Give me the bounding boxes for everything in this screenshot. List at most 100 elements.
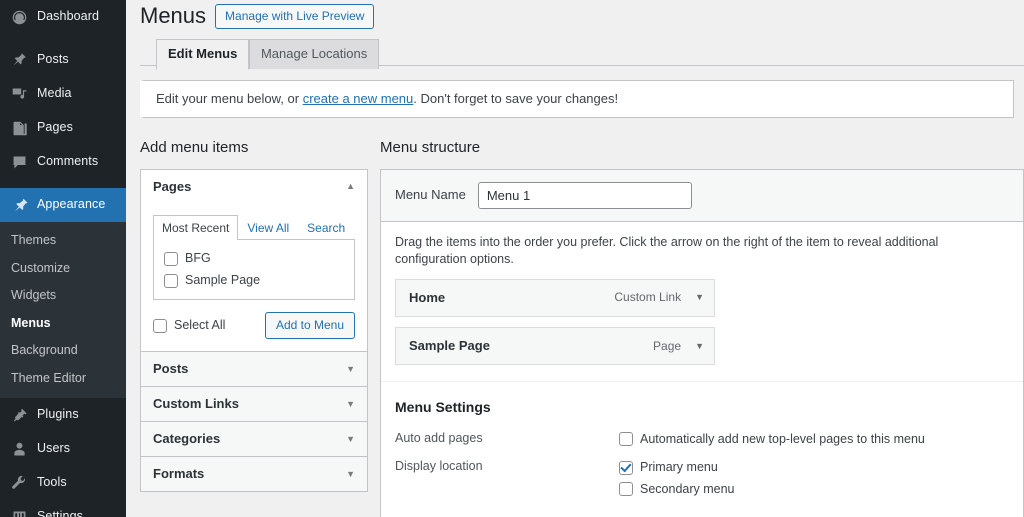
menu-settings-section: Menu Settings Auto add pages Automatical… xyxy=(381,381,1023,517)
auto-add-checkbox-label: Automatically add new top-level pages to… xyxy=(640,431,925,449)
inner-tab-view-all[interactable]: View All xyxy=(238,215,298,241)
sidebar-separator xyxy=(0,34,126,43)
sidebar-separator xyxy=(0,179,126,188)
info-notice: Edit your menu below, or create a new me… xyxy=(140,80,1014,118)
checkbox-bfg[interactable] xyxy=(164,252,178,266)
list-item[interactable]: Sample Page xyxy=(164,272,344,290)
nav-tabs: Edit Menus Manage Locations xyxy=(140,38,1024,66)
tab-manage-locations[interactable]: Manage Locations xyxy=(249,39,379,69)
sidebar-item-users[interactable]: Users xyxy=(0,432,126,466)
accordion-label: Categories xyxy=(153,430,220,448)
menu-item-sample-page[interactable]: Sample Page Page ▼ xyxy=(395,327,715,365)
display-location-row: Display location Primary menu Secondary … xyxy=(395,457,1009,498)
accordion-label: Pages xyxy=(153,178,191,196)
menu-name-label: Menu Name xyxy=(395,186,466,204)
auto-add-checkbox-row[interactable]: Automatically add new top-level pages to… xyxy=(619,431,1009,449)
sidebar-subitem-themes[interactable]: Themes xyxy=(0,227,126,255)
sidebar-item-dashboard[interactable]: Dashboard xyxy=(0,0,126,34)
accordion-header-formats[interactable]: Formats ▼ xyxy=(141,457,367,491)
sidebar-label: Media xyxy=(37,85,72,103)
add-menu-items-column: Add menu items Pages ▲ Most Recent View … xyxy=(140,138,368,517)
accordion-header-pages[interactable]: Pages ▲ xyxy=(141,170,367,204)
sidebar-subitem-menus[interactable]: Menus xyxy=(0,310,126,338)
sidebar-item-pages[interactable]: Pages xyxy=(0,111,126,145)
sidebar-subitem-widgets[interactable]: Widgets xyxy=(0,282,126,310)
accordion-section-posts: Posts ▼ xyxy=(141,352,367,387)
accordion-section-pages: Pages ▲ Most Recent View All Search xyxy=(141,170,367,353)
drag-hint-text: Drag the items into the order you prefer… xyxy=(381,222,1023,277)
display-location-fields: Primary menu Secondary menu xyxy=(619,457,1009,498)
sidebar-subitem-customize[interactable]: Customize xyxy=(0,255,126,283)
sidebar-item-posts[interactable]: Posts xyxy=(0,43,126,77)
sidebar-item-tools[interactable]: Tools xyxy=(0,466,126,500)
select-all-label: Select All xyxy=(174,317,225,335)
accordion-header-posts[interactable]: Posts ▼ xyxy=(141,352,367,386)
sidebar-item-settings[interactable]: Settings xyxy=(0,500,126,517)
sidebar-label: Comments xyxy=(37,153,98,171)
chevron-down-icon: ▼ xyxy=(346,470,355,479)
menu-name-input[interactable] xyxy=(478,182,692,209)
location-row-primary[interactable]: Primary menu xyxy=(619,459,1009,477)
menu-item-home[interactable]: Home Custom Link ▼ xyxy=(395,279,715,317)
pages-panel-actions: Select All Add to Menu xyxy=(153,312,355,339)
checkbox-select-all[interactable] xyxy=(153,319,167,333)
chevron-down-icon: ▼ xyxy=(346,435,355,444)
inner-tab-most-recent[interactable]: Most Recent xyxy=(153,215,238,241)
accordion-header-custom-links[interactable]: Custom Links ▼ xyxy=(141,387,367,421)
menu-settings-title: Menu Settings xyxy=(395,398,1009,418)
add-menu-items-title: Add menu items xyxy=(140,138,368,158)
chevron-down-icon[interactable]: ▼ xyxy=(695,340,704,353)
sidebar-label: Dashboard xyxy=(37,8,99,26)
sidebar-label: Plugins xyxy=(37,406,79,424)
admin-sidebar: Dashboard Posts Media Pages Commen xyxy=(0,0,126,517)
inner-tab-search[interactable]: Search xyxy=(298,215,354,241)
sidebar-label: Users xyxy=(37,440,70,458)
brush-icon xyxy=(9,195,29,215)
sidebar-subitem-background[interactable]: Background xyxy=(0,337,126,365)
list-item[interactable]: BFG xyxy=(164,250,344,268)
sidebar-item-plugins[interactable]: Plugins xyxy=(0,398,126,432)
auto-add-pages-row: Auto add pages Automatically add new top… xyxy=(395,429,1009,449)
notice-text-after: . Don't forget to save your changes! xyxy=(413,91,618,106)
sidebar-label: Posts xyxy=(37,51,69,69)
comment-icon xyxy=(9,152,29,172)
menu-name-row: Menu Name xyxy=(381,170,1023,222)
pages-inner-tabs: Most Recent View All Search xyxy=(153,215,355,241)
sidebar-item-comments[interactable]: Comments xyxy=(0,145,126,179)
chevron-down-icon[interactable]: ▼ xyxy=(695,291,704,304)
media-icon xyxy=(9,84,29,104)
accordion-section-categories: Categories ▼ xyxy=(141,422,367,457)
menu-structure-title: Menu structure xyxy=(380,138,1024,158)
tab-edit-menus[interactable]: Edit Menus xyxy=(156,39,249,70)
accordion-label: Custom Links xyxy=(153,395,239,413)
sidebar-item-appearance[interactable]: Appearance xyxy=(0,188,126,222)
create-new-menu-link[interactable]: create a new menu xyxy=(303,91,414,106)
accordion-header-categories[interactable]: Categories ▼ xyxy=(141,422,367,456)
select-all-row[interactable]: Select All xyxy=(153,317,225,335)
chevron-up-icon: ▲ xyxy=(346,182,355,191)
checkbox-auto-add-pages[interactable] xyxy=(619,432,633,446)
add-items-accordion: Pages ▲ Most Recent View All Search xyxy=(140,169,368,493)
location-label-primary: Primary menu xyxy=(640,459,718,477)
menu-item-type: Custom Link xyxy=(614,289,681,306)
manage-with-live-preview-button[interactable]: Manage with Live Preview xyxy=(215,4,374,29)
sidebar-subitem-theme-editor[interactable]: Theme Editor xyxy=(0,365,126,393)
page-title: Menus xyxy=(140,2,206,31)
checkbox-secondary-menu[interactable] xyxy=(619,482,633,496)
add-to-menu-button[interactable]: Add to Menu xyxy=(265,312,355,339)
checkbox-sample-page[interactable] xyxy=(164,274,178,288)
display-location-label: Display location xyxy=(395,457,619,498)
sidebar-item-media[interactable]: Media xyxy=(0,77,126,111)
location-row-secondary[interactable]: Secondary menu xyxy=(619,481,1009,499)
pages-panel: Most Recent View All Search BFG xyxy=(141,204,367,352)
accordion-label: Formats xyxy=(153,465,204,483)
location-label-secondary: Secondary menu xyxy=(640,481,735,499)
sidebar-label: Tools xyxy=(37,474,67,492)
main-content: Menus Manage with Live Preview Edit Menu… xyxy=(126,0,1024,517)
menu-structure-column: Menu structure Menu Name Drag the items … xyxy=(380,138,1024,517)
accordion-section-custom-links: Custom Links ▼ xyxy=(141,387,367,422)
dashboard-icon xyxy=(9,7,29,27)
checkbox-primary-menu[interactable] xyxy=(619,461,633,475)
chevron-down-icon: ▼ xyxy=(346,400,355,409)
chevron-down-icon: ▼ xyxy=(346,365,355,374)
